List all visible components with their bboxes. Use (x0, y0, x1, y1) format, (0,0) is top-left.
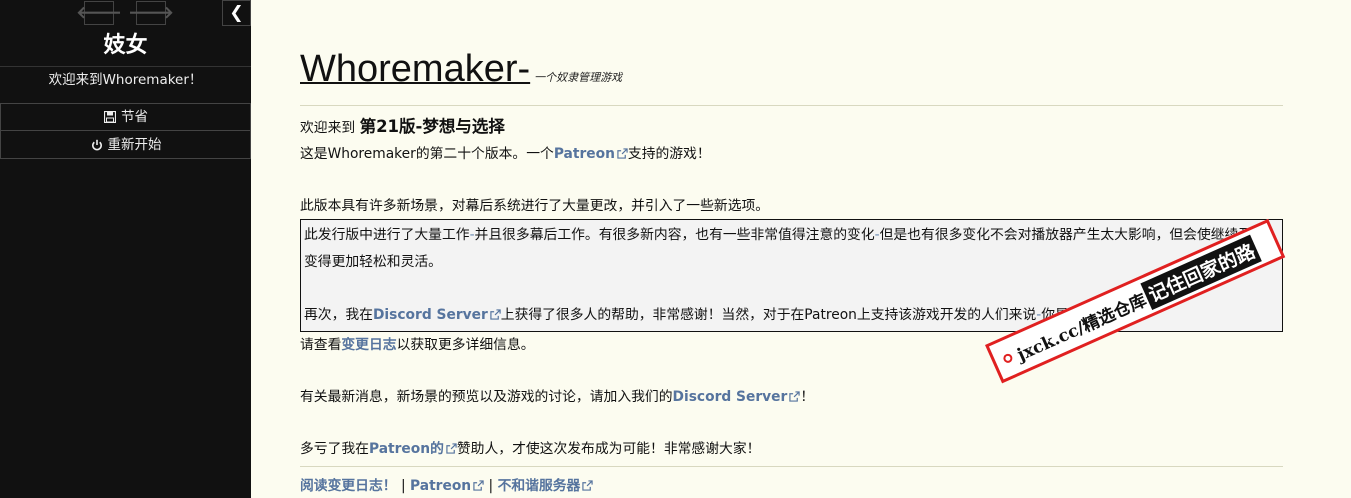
story-title: 妓女 (103, 33, 148, 58)
external-link-icon (789, 391, 800, 402)
power-icon (90, 138, 104, 152)
page-tagline: 一个奴隶管理游戏 (534, 71, 623, 84)
footer-discord-link[interactable]: 不和谐服务器 (498, 478, 594, 494)
discord-link-label: Discord Server (672, 389, 788, 405)
notice-text: 并且很多幕后工作。有很多新内容，也有一些非常值得注意的变化 (474, 227, 875, 243)
menu-item-restart[interactable]: 重新开始 (0, 131, 251, 159)
history-forward-button[interactable]: 🡒 (128, 1, 174, 25)
discord-link-label: Discord Server (372, 307, 488, 323)
external-link-icon (617, 148, 628, 159)
patreon-link-label: Patreon (553, 146, 615, 162)
intro-line: 这是Whoremaker的第二十个版本。一个Patreon 支持的游戏！ (300, 141, 1283, 167)
discord-server-link[interactable]: Discord Server (373, 307, 501, 323)
intro-suffix: 支持的游戏！ (627, 146, 711, 162)
patreon-link-label: Patreon的 (368, 441, 444, 457)
notice-text: 再次，我在 (304, 307, 373, 323)
welcome-prefix: 欢迎来到 (300, 120, 360, 136)
changelog-link[interactable]: 变更日志 (341, 337, 396, 353)
intro-prefix: 这是Whoremaker的第二十个版本。一个 (300, 146, 554, 162)
notice-text: 上获得了很多人的帮助，非常感谢！当然，对于在Patreon上支持该游戏开发的人们… (500, 307, 1037, 323)
chevron-left-icon: ❮ (229, 3, 244, 23)
version-name: 第21版-梦想与选择 (359, 117, 505, 136)
menu-item-save[interactable]: 节省 (0, 103, 251, 131)
stamp-hole-icon (1001, 351, 1014, 364)
footer-links: 阅读变更日志！ | Patreon | 不和谐服务器 (300, 466, 1283, 498)
external-link-icon (490, 309, 501, 320)
save-icon (103, 110, 117, 124)
thanks-line: 多亏了我在Patreon的 赞助人，才使这次发布成为可能！非常感谢大家！ (300, 436, 1283, 462)
footer-patreon-label: Patreon (410, 478, 472, 494)
news-suffix: ！ (800, 389, 815, 405)
external-link-icon (446, 443, 457, 454)
menu-item-restart-label: 重新开始 (107, 136, 162, 153)
sidebar-collapse-button[interactable]: ❮ (222, 0, 251, 26)
arrow-right-icon: 🡒 (128, 3, 174, 23)
news-line: 有关最新消息，新场景的预览以及游戏的讨论，请加入我们的Discord Serve… (300, 384, 1283, 410)
separator: | (400, 478, 406, 494)
changelog-suffix: 以获取更多详细信息。 (396, 337, 535, 353)
news-prefix: 有关最新消息，新场景的预览以及游戏的讨论，请加入我们的 (300, 389, 673, 405)
separator: | (488, 478, 494, 494)
external-link-icon (473, 480, 484, 491)
changelog-line: 请查看变更日志以获取更多详细信息。 (300, 332, 1283, 358)
notice-text: 此发行版中进行了大量工作 (304, 227, 470, 243)
patreon-link[interactable]: Patreon (554, 146, 628, 162)
history-back-button[interactable]: 🡐 (76, 1, 122, 25)
thanks-prefix: 多亏了我在 (300, 441, 369, 457)
arrow-left-icon: 🡐 (76, 3, 122, 23)
story-subtitle: 欢迎来到Whoremaker！ (0, 66, 251, 103)
discord-server-link[interactable]: Discord Server (673, 389, 801, 405)
passage: Whoremaker- 一个奴隶管理游戏 欢迎来到 第21版-梦想与选择 这是Wh… (300, 0, 1283, 498)
read-changelog-link[interactable]: 阅读变更日志！ (300, 478, 397, 494)
footer-patreon-link[interactable]: Patreon (410, 478, 484, 494)
changelog-prefix: 请查看 (300, 337, 342, 353)
patreon-supporters-link[interactable]: Patreon的 (369, 441, 457, 457)
welcome-line: 欢迎来到 第21版-梦想与选择 (300, 114, 1283, 141)
passage-header: Whoremaker- 一个奴隶管理游戏 (300, 48, 1283, 106)
footer-discord-label: 不和谐服务器 (497, 478, 581, 494)
menu-item-save-label: 节省 (121, 109, 148, 125)
external-link-icon (582, 480, 594, 491)
sidebar-history-bar: 🡐 🡒 ❮ (0, 0, 251, 26)
thanks-suffix: 赞助人，才使这次发布成为可能！非常感谢大家！ (456, 441, 761, 457)
notice-paragraph-1: 此发行版中进行了大量工作-并且很多幕后工作。有很多新内容，也有一些非常值得注意的… (304, 222, 1279, 276)
page-title: Whoremaker- (300, 48, 531, 90)
sidebar: 🡐 🡒 ❮ 妓女 欢迎来到Whoremaker！ 节省 重新开始 (0, 0, 251, 498)
summary-line: 此版本具有许多新场景，对幕后系统进行了大量更改，并引入了一些新选项。 (300, 198, 770, 214)
